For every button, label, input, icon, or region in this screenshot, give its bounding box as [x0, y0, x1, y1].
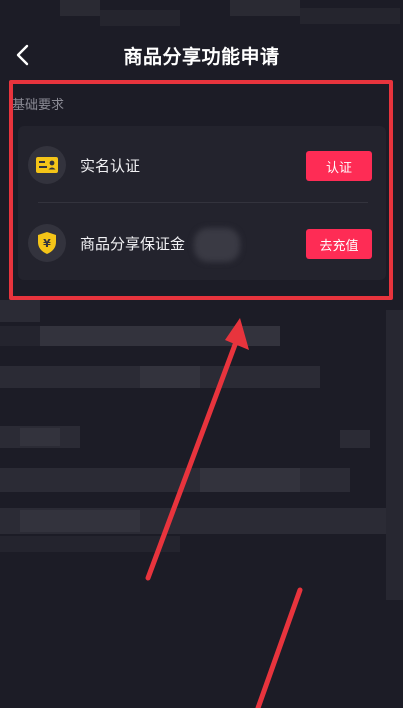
status-bar-blurred	[0, 0, 403, 32]
app-screen: 商品分享功能申请 基础要求 实名认证 认证 ¥ 商品分享保证金 去充值	[0, 0, 403, 708]
nav-bar: 商品分享功能申请	[0, 34, 403, 78]
highlight-annotation	[9, 80, 393, 300]
blurred-content	[0, 300, 403, 708]
page-title: 商品分享功能申请	[123, 46, 280, 68]
